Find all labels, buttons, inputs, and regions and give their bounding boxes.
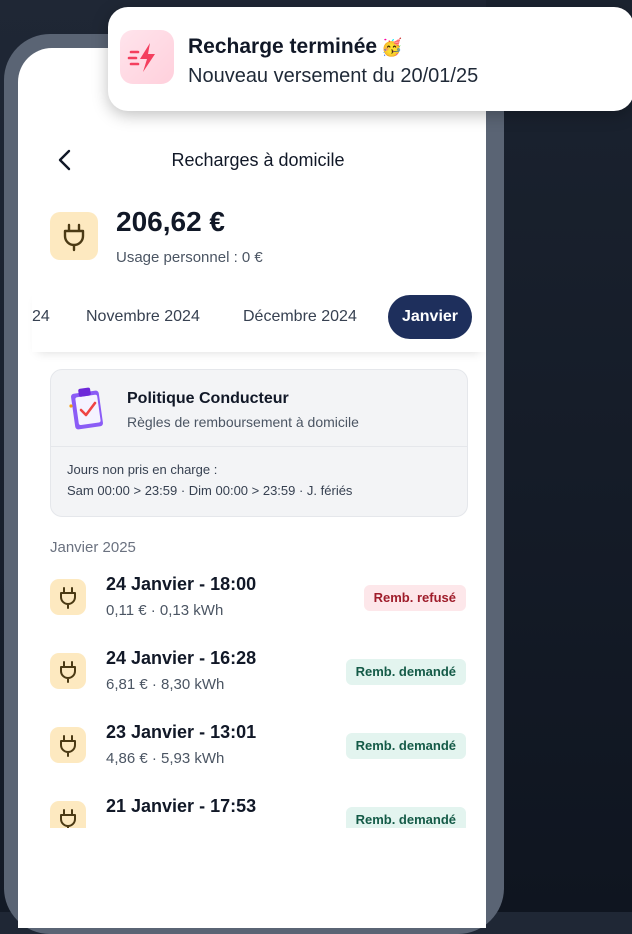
notification-title-text: Recharge terminée (188, 35, 378, 58)
tab-december-2024[interactable]: Décembre 2024 (243, 308, 357, 326)
personal-usage: Usage personnel : 0 € (116, 249, 263, 266)
excluded-days-label: Jours non pris en charge : (67, 462, 218, 477)
total-amount: 206,62 € (116, 206, 225, 237)
background-panel (486, 0, 632, 912)
policy-subtitle: Règles de remboursement à domicile (127, 414, 359, 430)
excluded-days-detail: Sam 00:00 > 23:59 · Dim 00:00 > 23:59 · … (67, 483, 353, 498)
plug-icon (50, 801, 86, 828)
plug-icon (50, 579, 86, 615)
tab-january-2025[interactable]: Janvier (388, 295, 472, 339)
list-item[interactable]: 24 Janvier - 18:00 0,11 € · 0,13 kWh Rem… (32, 566, 486, 640)
status-badge: Remb. refusé (363, 585, 466, 611)
charge-date: 24 Janvier - 18:00 (106, 574, 257, 594)
clipboard-check-icon (69, 387, 103, 430)
charge-list: 24 Janvier - 18:00 0,11 € · 0,13 kWh Rem… (32, 566, 486, 828)
list-item[interactable]: 21 Janvier - 17:53 Remb. demandé (32, 788, 486, 828)
status-badge: Remb. demandé (345, 807, 466, 828)
plug-icon (50, 212, 98, 260)
charge-detail: 0,11 € · 0,13 kWh (106, 602, 224, 619)
charge-date: 24 Janvier - 16:28 (106, 648, 257, 668)
status-badge: Remb. demandé (345, 733, 466, 759)
charge-detail: 6,81 € · 8,30 kWh (106, 676, 225, 693)
divider (51, 446, 467, 447)
party-emoji-icon: 🥳 (381, 38, 403, 57)
plug-icon (50, 727, 86, 763)
page-title: Recharges à domicile (171, 150, 345, 170)
charge-date: 21 Janvier - 17:53 (106, 796, 257, 816)
plug-icon (50, 653, 86, 689)
charge-detail: 4,86 € · 5,93 kWh (106, 750, 225, 767)
notification-title: Recharge terminée 🥳 (188, 35, 402, 59)
policy-card[interactable]: Politique Conducteur Règles de rembourse… (50, 369, 468, 517)
tab-october-2024[interactable]: 24 (32, 308, 50, 326)
notification-body: Nouveau versement du 20/01/25 (188, 65, 479, 87)
section-title: Janvier 2025 (50, 539, 136, 556)
list-item[interactable]: 24 Janvier - 16:28 6,81 € · 8,30 kWh Rem… (32, 640, 486, 714)
tab-november-2024[interactable]: Novembre 2024 (86, 308, 200, 326)
policy-title: Politique Conducteur (127, 390, 289, 407)
charge-date: 23 Janvier - 13:01 (106, 722, 257, 742)
notification-banner[interactable]: Recharge terminée 🥳 Nouveau versement du … (108, 7, 632, 111)
status-badge: Remb. demandé (345, 659, 466, 685)
list-item[interactable]: 23 Janvier - 13:01 4,86 € · 5,93 kWh Rem… (32, 714, 486, 788)
lightning-icon (120, 30, 174, 84)
